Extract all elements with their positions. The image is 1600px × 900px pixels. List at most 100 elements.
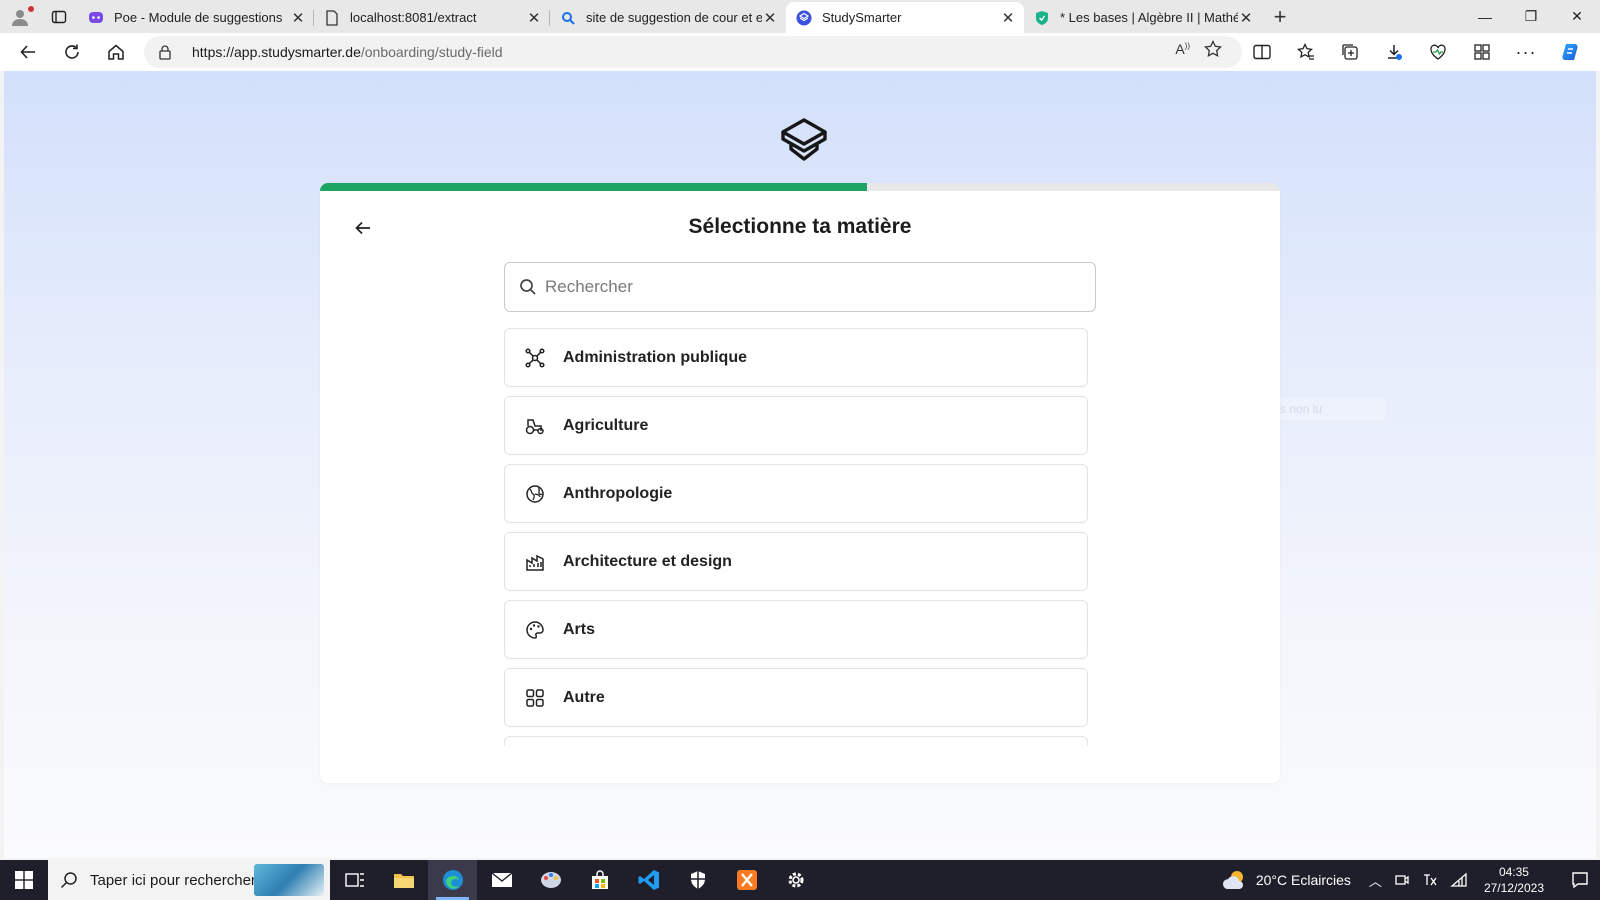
vscode-icon	[638, 870, 659, 890]
taskbar-search[interactable]: Taper ici pour rechercher	[48, 860, 330, 900]
profile-icon	[12, 9, 28, 26]
tab-strip: Poe - Module de suggestions ✕ localhost:…	[0, 0, 1600, 33]
new-tab-button[interactable]: +	[1262, 1, 1298, 32]
tab-poe[interactable]: Poe - Module de suggestions ✕	[78, 2, 314, 33]
paint-icon	[540, 872, 561, 888]
mail-button[interactable]	[477, 860, 526, 900]
home-button[interactable]	[94, 33, 138, 71]
edge-button[interactable]	[428, 860, 477, 900]
favorites-icon	[1297, 43, 1314, 60]
restore-button[interactable]: ❐	[1508, 0, 1554, 33]
subject-item-architecture-design[interactable]: Architecture et design	[504, 532, 1088, 591]
file-explorer-button[interactable]	[379, 860, 428, 900]
tractor-icon	[525, 416, 545, 436]
tab-search[interactable]: site de suggestion de cour et exe ✕	[550, 2, 786, 33]
profile-button[interactable]	[0, 0, 40, 33]
subject-item-administration-publique[interactable]: Administration publique	[504, 328, 1088, 387]
close-tab-icon[interactable]: ✕	[762, 9, 778, 27]
palette-icon	[525, 620, 545, 640]
window-controls: — ❐ ✕	[1462, 0, 1600, 33]
keyboard-language-icon[interactable]	[1422, 872, 1438, 888]
refresh-button[interactable]	[50, 33, 94, 71]
windows-taskbar: Taper ici pour rechercher 20°C Eclaircie…	[0, 860, 1600, 900]
arrow-left-icon	[20, 45, 35, 59]
notifications-button[interactable]	[1560, 860, 1600, 900]
performance-button[interactable]	[1416, 33, 1460, 71]
chevron-up-icon[interactable]: ︿	[1369, 871, 1382, 890]
weather-text: 20°C Eclaircies	[1255, 872, 1351, 888]
task-view-icon	[344, 873, 364, 887]
favorites-button[interactable]	[1284, 33, 1328, 71]
close-tab-icon[interactable]: ✕	[290, 9, 306, 27]
subject-item-agriculture[interactable]: Agriculture	[504, 396, 1088, 455]
subject-list: Administration publique Agriculture Anth…	[504, 328, 1088, 746]
settings-button[interactable]	[771, 860, 820, 900]
more-dots-icon: ···	[1515, 41, 1537, 62]
subject-label: Anthropologie	[563, 484, 673, 502]
back-button[interactable]	[6, 33, 50, 71]
downloads-button[interactable]	[1372, 33, 1416, 71]
store-button[interactable]	[575, 860, 624, 900]
clock-time: 04:35	[1498, 865, 1529, 879]
read-aloud-icon[interactable]: A))	[1175, 41, 1190, 57]
vscode-button[interactable]	[624, 860, 673, 900]
paint-button[interactable]	[526, 860, 575, 900]
edge-icon	[442, 870, 463, 890]
tab-studysmarter[interactable]: StudySmarter ✕	[786, 2, 1024, 33]
split-screen-button[interactable]	[1240, 33, 1284, 71]
search-highlight-image	[254, 864, 324, 896]
studysmarter-logo-icon	[781, 118, 827, 161]
task-view-button[interactable]	[330, 860, 379, 900]
search-icon	[520, 279, 536, 295]
address-bar[interactable]: https://app.studysmarter.de/onboarding/s…	[144, 36, 1242, 68]
subject-item-anthropologie[interactable]: Anthropologie	[504, 464, 1088, 523]
security-button[interactable]	[673, 860, 722, 900]
page-title: Sélectionne ta matière	[688, 215, 912, 238]
search-icon	[560, 10, 576, 26]
clock-date: 27/12/2023	[1483, 881, 1544, 895]
lock-icon[interactable]	[158, 44, 182, 60]
subject-item-autre[interactable]: Autre	[504, 668, 1088, 727]
tab-title: site de suggestion de cour et exe	[586, 10, 762, 25]
tab-algebre[interactable]: * Les bases | Algèbre II | Mathém ✕	[1024, 2, 1262, 33]
browser-toolbar: https://app.studysmarter.de/onboarding/s…	[0, 33, 1600, 71]
tab-localhost[interactable]: localhost:8081/extract ✕	[314, 2, 550, 33]
plus-icon: +	[1273, 3, 1287, 29]
tab-actions-button[interactable]	[40, 0, 78, 33]
close-tab-icon[interactable]: ✕	[1000, 9, 1016, 27]
page-viewport: Cours non lu Sélectionne ta matière Admi…	[4, 71, 1596, 858]
subject-search[interactable]	[504, 262, 1096, 312]
page-icon	[324, 9, 340, 26]
subject-label: Autre	[563, 688, 605, 706]
subject-label: Administration publique	[563, 348, 747, 366]
start-button[interactable]	[0, 860, 48, 900]
meet-now-icon[interactable]	[1394, 872, 1410, 888]
notification-icon	[1572, 872, 1588, 889]
copilot-icon	[1562, 44, 1578, 60]
close-window-button[interactable]: ✕	[1554, 0, 1600, 33]
progress-bar	[320, 183, 1280, 191]
weather-widget[interactable]: 20°C Eclaircies	[1222, 869, 1351, 891]
address-bar-actions: A))	[1175, 40, 1222, 58]
more-options-button[interactable]: ···	[1504, 33, 1548, 71]
close-tab-icon[interactable]: ✕	[1238, 9, 1254, 27]
xampp-icon	[736, 870, 757, 890]
copilot-button[interactable]	[1548, 33, 1592, 71]
xampp-button[interactable]	[722, 860, 771, 900]
collections-button[interactable]	[1328, 33, 1372, 71]
search-input[interactable]	[545, 277, 1065, 297]
close-tab-icon[interactable]: ✕	[526, 9, 542, 27]
shield-icon	[1034, 10, 1050, 26]
extensions-button[interactable]	[1460, 33, 1504, 71]
subject-item-partial[interactable]	[504, 736, 1088, 746]
minimize-button[interactable]: —	[1462, 0, 1508, 33]
network-wifi-icon[interactable]	[1450, 872, 1468, 888]
favorite-star-icon[interactable]	[1204, 40, 1222, 58]
store-icon	[591, 870, 608, 889]
clock[interactable]: 04:35 27/12/2023	[1484, 864, 1544, 896]
browser-tools: ···	[1240, 33, 1592, 71]
tab-actions-icon	[51, 10, 67, 23]
notification-dot	[28, 6, 34, 12]
subject-item-arts[interactable]: Arts	[504, 600, 1088, 659]
extensions-icon	[1474, 44, 1490, 60]
